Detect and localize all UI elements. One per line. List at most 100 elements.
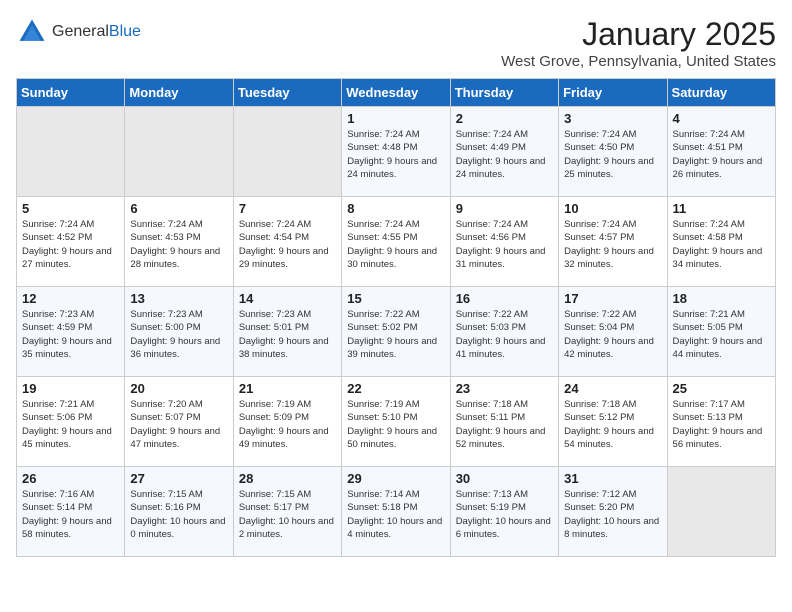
day-number: 18 — [673, 291, 770, 306]
day-cell: 30 Sunrise: 7:13 AM Sunset: 5:19 PM Dayli… — [450, 467, 558, 557]
day-header-wednesday: Wednesday — [342, 79, 450, 107]
title-section: January 2025 West Grove, Pennsylvania, U… — [501, 16, 776, 70]
day-cell: 16 Sunrise: 7:22 AM Sunset: 5:03 PM Dayli… — [450, 287, 558, 377]
day-cell: 2 Sunrise: 7:24 AM Sunset: 4:49 PM Daylig… — [450, 107, 558, 197]
week-row-3: 12 Sunrise: 7:23 AM Sunset: 4:59 PM Dayli… — [17, 287, 776, 377]
day-number: 16 — [456, 291, 553, 306]
day-cell: 3 Sunrise: 7:24 AM Sunset: 4:50 PM Daylig… — [559, 107, 667, 197]
day-info: Sunrise: 7:24 AM Sunset: 4:58 PM Dayligh… — [673, 218, 770, 271]
day-info: Sunrise: 7:13 AM Sunset: 5:19 PM Dayligh… — [456, 488, 553, 541]
day-info: Sunrise: 7:18 AM Sunset: 5:12 PM Dayligh… — [564, 398, 661, 451]
day-cell: 25 Sunrise: 7:17 AM Sunset: 5:13 PM Dayli… — [667, 377, 775, 467]
day-header-thursday: Thursday — [450, 79, 558, 107]
week-row-5: 26Sunrise: 7:16 AM Sunset: 5:14 PM Dayli… — [17, 467, 776, 557]
week-row-2: 5Sunrise: 7:24 AM Sunset: 4:52 PM Daylig… — [17, 197, 776, 287]
day-header-sunday: Sunday — [17, 79, 125, 107]
day-number: 15 — [347, 291, 444, 306]
day-info: Sunrise: 7:19 AM Sunset: 5:09 PM Dayligh… — [239, 398, 336, 451]
day-info: Sunrise: 7:12 AM Sunset: 5:20 PM Dayligh… — [564, 488, 661, 541]
calendar-title: January 2025 — [501, 16, 776, 53]
day-number: 20 — [130, 381, 227, 396]
day-cell: 23 Sunrise: 7:18 AM Sunset: 5:11 PM Dayli… — [450, 377, 558, 467]
day-cell: 5Sunrise: 7:24 AM Sunset: 4:52 PM Daylig… — [17, 197, 125, 287]
day-number: 9 — [456, 201, 553, 216]
day-number: 2 — [456, 111, 553, 126]
day-info: Sunrise: 7:24 AM Sunset: 4:55 PM Dayligh… — [347, 218, 444, 271]
day-info: Sunrise: 7:15 AM Sunset: 5:17 PM Dayligh… — [239, 488, 336, 541]
day-number: 11 — [673, 201, 770, 216]
day-info: Sunrise: 7:21 AM Sunset: 5:06 PM Dayligh… — [22, 398, 119, 451]
day-cell: 8 Sunrise: 7:24 AM Sunset: 4:55 PM Daylig… — [342, 197, 450, 287]
day-cell: 24 Sunrise: 7:18 AM Sunset: 5:12 PM Dayli… — [559, 377, 667, 467]
day-number: 12 — [22, 291, 119, 306]
logo-text: GeneralBlue — [52, 23, 141, 41]
day-cell: 27Sunrise: 7:15 AM Sunset: 5:16 PM Dayli… — [125, 467, 233, 557]
day-cell — [233, 107, 341, 197]
day-info: Sunrise: 7:22 AM Sunset: 5:04 PM Dayligh… — [564, 308, 661, 361]
day-info: Sunrise: 7:18 AM Sunset: 5:11 PM Dayligh… — [456, 398, 553, 451]
day-info: Sunrise: 7:23 AM Sunset: 4:59 PM Dayligh… — [22, 308, 119, 361]
day-number: 4 — [673, 111, 770, 126]
week-row-1: 1Sunrise: 7:24 AM Sunset: 4:48 PM Daylig… — [17, 107, 776, 197]
day-header-monday: Monday — [125, 79, 233, 107]
day-header-saturday: Saturday — [667, 79, 775, 107]
day-number: 8 — [347, 201, 444, 216]
day-number: 14 — [239, 291, 336, 306]
day-number: 29 — [347, 471, 444, 486]
day-header-friday: Friday — [559, 79, 667, 107]
day-info: Sunrise: 7:24 AM Sunset: 4:51 PM Dayligh… — [673, 128, 770, 181]
day-number: 30 — [456, 471, 553, 486]
day-cell: 26Sunrise: 7:16 AM Sunset: 5:14 PM Dayli… — [17, 467, 125, 557]
day-info: Sunrise: 7:20 AM Sunset: 5:07 PM Dayligh… — [130, 398, 227, 451]
day-cell — [17, 107, 125, 197]
day-number: 7 — [239, 201, 336, 216]
logo: GeneralBlue — [16, 16, 141, 48]
day-cell: 15 Sunrise: 7:22 AM Sunset: 5:02 PM Dayli… — [342, 287, 450, 377]
logo-blue-text: Blue — [109, 23, 141, 41]
day-info: Sunrise: 7:22 AM Sunset: 5:02 PM Dayligh… — [347, 308, 444, 361]
day-cell: 20 Sunrise: 7:20 AM Sunset: 5:07 PM Dayli… — [125, 377, 233, 467]
day-cell: 29Sunrise: 7:14 AM Sunset: 5:18 PM Dayli… — [342, 467, 450, 557]
calendar-subtitle: West Grove, Pennsylvania, United States — [501, 53, 776, 70]
day-info: Sunrise: 7:24 AM Sunset: 4:49 PM Dayligh… — [456, 128, 553, 181]
day-info: Sunrise: 7:15 AM Sunset: 5:16 PM Dayligh… — [130, 488, 227, 541]
day-cell: 4 Sunrise: 7:24 AM Sunset: 4:51 PM Daylig… — [667, 107, 775, 197]
day-cell: 21 Sunrise: 7:19 AM Sunset: 5:09 PM Dayli… — [233, 377, 341, 467]
day-info: Sunrise: 7:23 AM Sunset: 5:00 PM Dayligh… — [130, 308, 227, 361]
day-number: 5 — [22, 201, 119, 216]
day-info: Sunrise: 7:22 AM Sunset: 5:03 PM Dayligh… — [456, 308, 553, 361]
day-cell — [667, 467, 775, 557]
day-info: Sunrise: 7:24 AM Sunset: 4:48 PM Dayligh… — [347, 128, 444, 181]
day-cell: 10Sunrise: 7:24 AM Sunset: 4:57 PM Dayli… — [559, 197, 667, 287]
day-info: Sunrise: 7:24 AM Sunset: 4:56 PM Dayligh… — [456, 218, 553, 271]
day-cell: 18 Sunrise: 7:21 AM Sunset: 5:05 PM Dayli… — [667, 287, 775, 377]
day-cell: 7 Sunrise: 7:24 AM Sunset: 4:54 PM Daylig… — [233, 197, 341, 287]
day-cell: 22Sunrise: 7:19 AM Sunset: 5:10 PM Dayli… — [342, 377, 450, 467]
day-number: 24 — [564, 381, 661, 396]
day-number: 25 — [673, 381, 770, 396]
day-info: Sunrise: 7:17 AM Sunset: 5:13 PM Dayligh… — [673, 398, 770, 451]
day-number: 26 — [22, 471, 119, 486]
day-number: 31 — [564, 471, 661, 486]
day-cell: 14Sunrise: 7:23 AM Sunset: 5:01 PM Dayli… — [233, 287, 341, 377]
day-info: Sunrise: 7:24 AM Sunset: 4:54 PM Dayligh… — [239, 218, 336, 271]
day-number: 21 — [239, 381, 336, 396]
day-info: Sunrise: 7:19 AM Sunset: 5:10 PM Dayligh… — [347, 398, 444, 451]
day-number: 6 — [130, 201, 227, 216]
page-header: GeneralBlue January 2025 West Grove, Pen… — [16, 16, 776, 70]
week-row-4: 19Sunrise: 7:21 AM Sunset: 5:06 PM Dayli… — [17, 377, 776, 467]
day-number: 13 — [130, 291, 227, 306]
day-cell: 12 Sunrise: 7:23 AM Sunset: 4:59 PM Dayli… — [17, 287, 125, 377]
day-number: 23 — [456, 381, 553, 396]
day-cell: 6 Sunrise: 7:24 AM Sunset: 4:53 PM Daylig… — [125, 197, 233, 287]
day-info: Sunrise: 7:21 AM Sunset: 5:05 PM Dayligh… — [673, 308, 770, 361]
day-cell: 13 Sunrise: 7:23 AM Sunset: 5:00 PM Dayli… — [125, 287, 233, 377]
day-number: 3 — [564, 111, 661, 126]
day-info: Sunrise: 7:24 AM Sunset: 4:50 PM Dayligh… — [564, 128, 661, 181]
day-cell: 31 Sunrise: 7:12 AM Sunset: 5:20 PM Dayli… — [559, 467, 667, 557]
day-info: Sunrise: 7:24 AM Sunset: 4:53 PM Dayligh… — [130, 218, 227, 271]
day-cell: 17Sunrise: 7:22 AM Sunset: 5:04 PM Dayli… — [559, 287, 667, 377]
day-header-tuesday: Tuesday — [233, 79, 341, 107]
day-cell: 28Sunrise: 7:15 AM Sunset: 5:17 PM Dayli… — [233, 467, 341, 557]
logo-general-text: General — [52, 23, 109, 41]
